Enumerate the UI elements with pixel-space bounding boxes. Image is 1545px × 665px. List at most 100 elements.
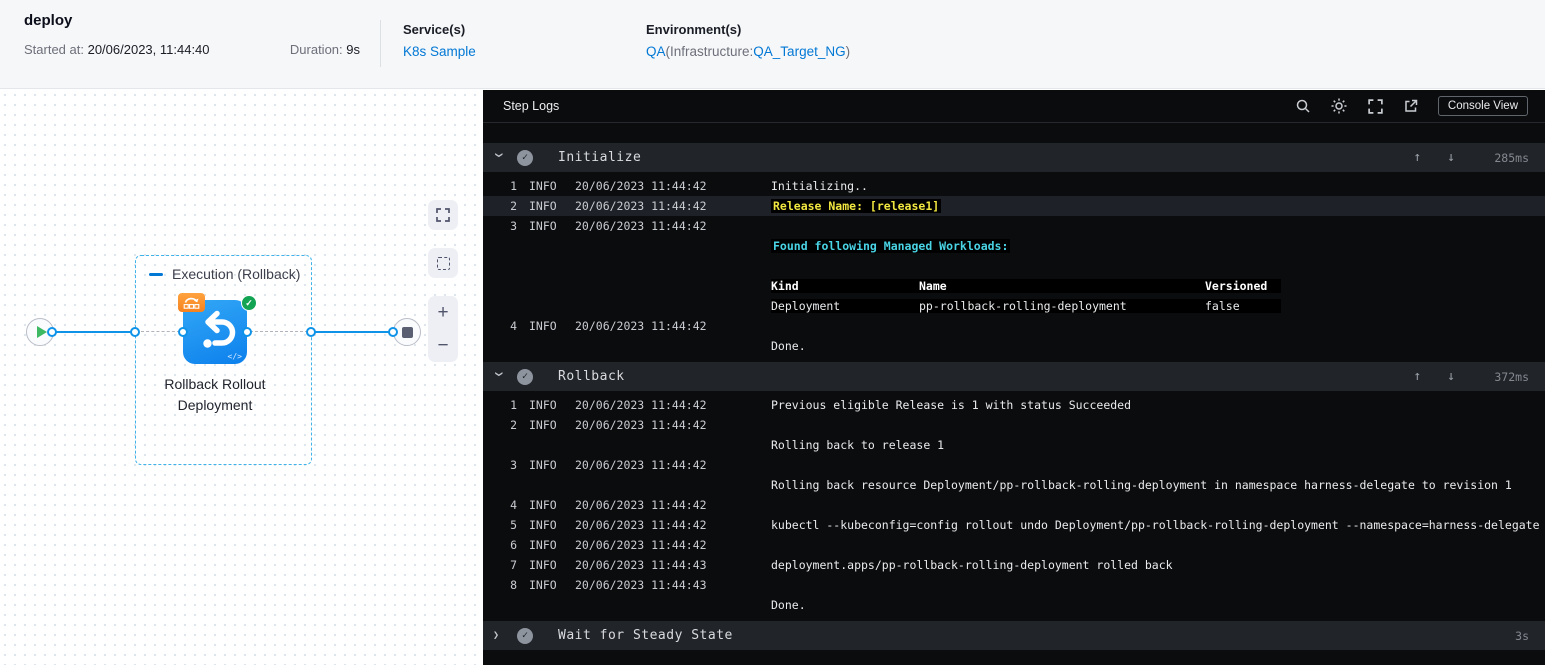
log-line: Rolling back to release 1 <box>483 435 1545 455</box>
log-section-title: Rollback <box>558 369 625 384</box>
canvas-zoom-controls: + − <box>428 296 458 362</box>
log-timestamp: 20/06/2023 11:44:42 <box>575 199 707 213</box>
log-sections: ❯ ✓ Initialize ↑ ↓ 285ms 1 INFO 20/06/2023 11:44… <box>483 143 1545 650</box>
line-number: 1 <box>510 398 517 412</box>
console-view-button[interactable]: Console View <box>1437 96 1528 116</box>
log-line: 3 INFO 20/06/2023 11:44:42 <box>483 455 1545 475</box>
log-level: INFO <box>529 498 557 512</box>
log-level: INFO <box>529 558 557 572</box>
canvas-fullscreen-button[interactable] <box>428 200 458 230</box>
log-level: INFO <box>529 578 557 592</box>
log-line: 7 INFO 20/06/2023 11:44:43 deployment.apps/… <box>483 555 1545 575</box>
canvas-select-button[interactable] <box>428 248 458 278</box>
fullscreen-icon <box>1368 98 1383 114</box>
log-text-segment: kubectl --kubeconfig=config rollout undo… <box>771 518 1540 532</box>
step-logs-title: Step Logs <box>503 99 560 113</box>
line-number: 2 <box>510 418 517 432</box>
log-text-segment: deployment.apps/pp-rollback-rolling-depl… <box>771 558 1173 572</box>
log-fullscreen-button[interactable] <box>1367 98 1384 115</box>
log-line: 2 INFO 20/06/2023 11:44:42 <box>483 415 1545 435</box>
log-level: INFO <box>529 179 557 193</box>
fullscreen-icon <box>436 208 450 222</box>
step-label: Rollback Rollout Deployment <box>164 376 266 413</box>
log-level: INFO <box>529 398 557 412</box>
line-number: 1 <box>510 179 517 193</box>
log-text-segment: Found following Managed Workloads: <box>771 239 1011 253</box>
rollout-deployment-badge-icon <box>178 293 205 312</box>
chevron-right-icon[interactable]: ❯ <box>493 630 505 641</box>
workload-table-header: Kind Name Versioned <box>771 279 1281 293</box>
pipeline-execution-page: deploy Started at: 20/06/2023, 11:44:40 … <box>0 0 1545 665</box>
connector-dot[interactable] <box>178 327 188 337</box>
log-message: Release Name: [release1] <box>771 199 942 213</box>
log-text-segment: Done. <box>771 339 806 353</box>
section-duration: 285ms <box>1494 150 1529 165</box>
execution-summary: deploy Started at: 20/06/2023, 11:44:40 … <box>24 0 380 88</box>
line-number: 5 <box>510 518 517 532</box>
code-glyph-icon: </> <box>227 352 242 361</box>
scroll-up-icon[interactable]: ↑ <box>1413 369 1421 384</box>
log-search-button[interactable] <box>1295 98 1311 114</box>
collapse-group-icon[interactable] <box>149 272 163 276</box>
connector-dot[interactable] <box>242 327 252 337</box>
success-check-icon: ✓ <box>517 368 533 385</box>
log-message: Rolling back resource Deployment/pp-roll… <box>771 478 1512 492</box>
workload-table-cell: false <box>1205 299 1240 313</box>
connector-dot[interactable] <box>47 327 57 337</box>
success-check-icon: ✓ <box>517 627 533 644</box>
log-message: kubectl --kubeconfig=config rollout undo… <box>771 518 1540 532</box>
success-check-badge: ✓ <box>241 295 257 311</box>
line-number: 6 <box>510 538 517 552</box>
duration-label: Duration: <box>289 42 347 57</box>
log-message: Done. <box>771 339 806 353</box>
started-at: Started at: 20/06/2023, 11:44:40 <box>24 42 210 57</box>
environment-paren: ) <box>845 44 851 59</box>
log-section-title: Initialize <box>558 150 642 165</box>
log-timestamp: 20/06/2023 11:44:43 <box>575 558 707 572</box>
log-message: Previous eligible Release is 1 with stat… <box>771 398 1131 412</box>
log-timestamp: 20/06/2023 11:44:42 <box>575 398 707 412</box>
chevron-down-icon[interactable]: ❯ <box>493 371 504 383</box>
chevron-down-icon[interactable]: ❯ <box>493 152 504 164</box>
line-number: 2 <box>510 199 517 213</box>
log-section-header[interactable]: ❯ ✓ Rollback ↑ ↓ 372ms <box>483 362 1545 391</box>
pipeline-graph-canvas[interactable]: Execution (Rollback) </> ✓ Rollback Roll… <box>0 90 483 665</box>
log-text-segment: Rolling back resource Deployment/pp-roll… <box>771 478 1512 492</box>
log-message: Found following Managed Workloads: <box>771 239 1011 253</box>
log-level: INFO <box>529 458 557 472</box>
log-settings-button[interactable] <box>1330 97 1348 115</box>
log-section-header[interactable]: ❯ ✓ Initialize ↑ ↓ 285ms <box>483 143 1545 172</box>
connector-dot[interactable] <box>388 327 398 337</box>
environments-label: Environment(s) <box>646 22 742 37</box>
log-text-segment: Done. <box>771 598 806 612</box>
service-link[interactable]: K8s Sample <box>403 44 476 59</box>
log-message: deployment.apps/pp-rollback-rolling-depl… <box>771 558 1173 572</box>
zoom-in-button[interactable]: + <box>437 303 448 322</box>
scroll-down-icon[interactable]: ↓ <box>1447 150 1455 165</box>
scroll-up-icon[interactable]: ↑ <box>1413 150 1421 165</box>
log-section-header[interactable]: ❯ ✓ Wait for Steady State 3s <box>483 621 1545 650</box>
line-number: 3 <box>510 458 517 472</box>
connector-dot[interactable] <box>306 327 316 337</box>
line-number: 8 <box>510 578 517 592</box>
log-level: INFO <box>529 418 557 432</box>
workload-table-cell: Name <box>919 279 947 293</box>
workload-table-row: Deployment pp-rollback-rolling-deployment… <box>771 299 1281 313</box>
log-level: INFO <box>529 538 557 552</box>
log-open-new-tab-button[interactable] <box>1403 98 1419 114</box>
log-line: Done. <box>483 595 1545 615</box>
connector-dot[interactable] <box>130 327 140 337</box>
gear-icon <box>1331 98 1347 114</box>
infrastructure-link[interactable]: QA_Target_NG <box>753 44 845 59</box>
duration: Duration: 9s <box>290 42 360 57</box>
zoom-out-button[interactable]: − <box>437 336 448 355</box>
scroll-down-icon[interactable]: ↓ <box>1447 369 1455 384</box>
log-timestamp: 20/06/2023 11:44:42 <box>575 498 707 512</box>
log-line: 4 INFO 20/06/2023 11:44:42 <box>483 495 1545 515</box>
line-number: 3 <box>510 219 517 233</box>
edge-group-to-end <box>314 331 390 333</box>
log-timestamp: 20/06/2023 11:44:42 <box>575 219 707 233</box>
environment-link[interactable]: QA <box>646 44 666 59</box>
log-text-segment: Rolling back to release 1 <box>771 438 945 452</box>
